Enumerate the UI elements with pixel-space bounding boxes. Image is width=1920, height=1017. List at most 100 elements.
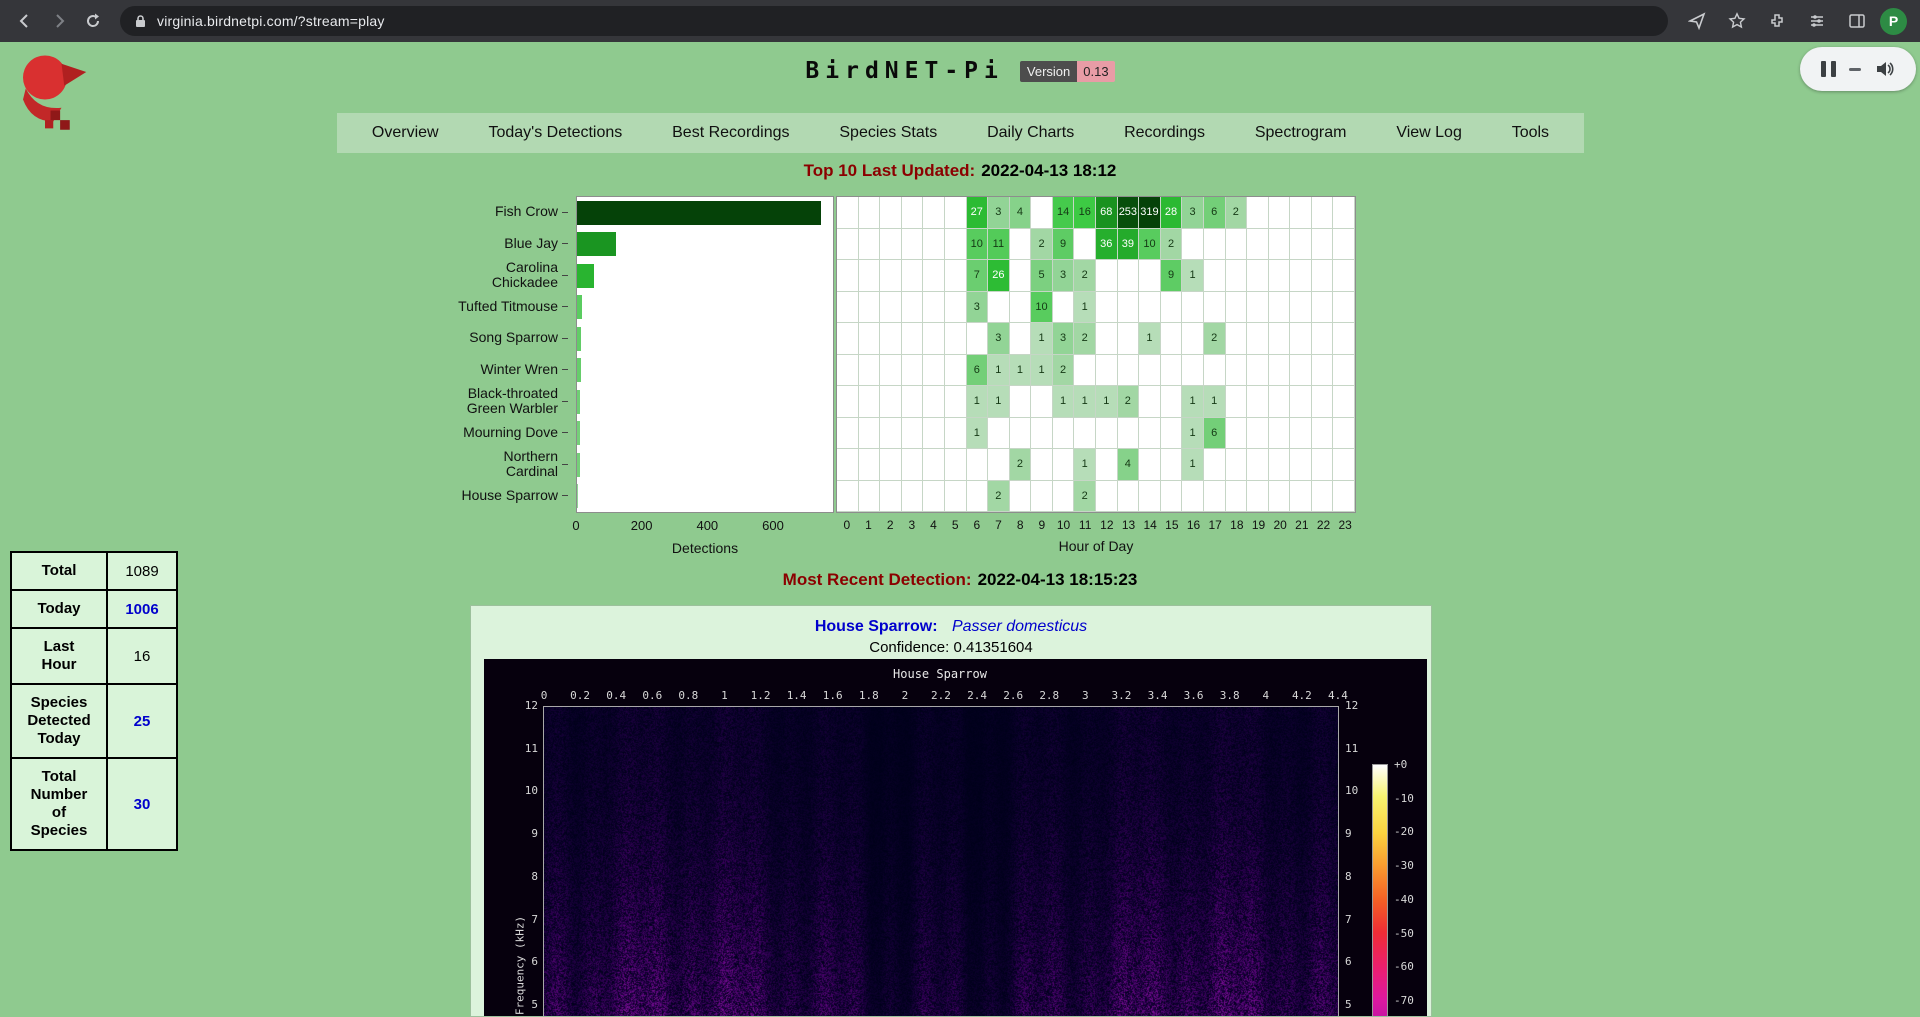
heat-cell xyxy=(837,355,859,387)
species-label: Song Sparrow xyxy=(370,322,570,354)
hour-tick-label: 2 xyxy=(879,518,901,532)
url-text: virginia.birdnetpi.com/?stream=play xyxy=(157,13,385,29)
heat-cell: 3 xyxy=(1053,323,1075,355)
hour-tick-label: 9 xyxy=(1031,518,1053,532)
heat-cell: 39 xyxy=(1118,229,1140,261)
nav-item-view-log[interactable]: View Log xyxy=(1386,120,1472,146)
heat-cell: 2 xyxy=(1204,323,1226,355)
heat-cell xyxy=(1333,197,1355,229)
stats-table: Total1089Today1006Last Hour16Species Det… xyxy=(10,551,178,851)
bar-axis-ticks: 0200400600 xyxy=(576,518,834,534)
heat-cell xyxy=(1010,323,1032,355)
reload-button[interactable] xyxy=(76,4,110,38)
browser-menu-icon[interactable]: ⋮ xyxy=(1913,12,1920,30)
heat-cell xyxy=(1118,292,1140,324)
species-label: Winter Wren xyxy=(370,354,570,386)
nav-item-daily-charts[interactable]: Daily Charts xyxy=(977,120,1084,146)
stats-label: Total Number of Species xyxy=(11,758,107,850)
side-panel-icon[interactable] xyxy=(1840,4,1874,38)
detection-panel: House Sparrow: Passer domesticus Confide… xyxy=(470,605,1432,1017)
heat-cell: 16 xyxy=(1074,197,1096,229)
nav-item-spectrogram[interactable]: Spectrogram xyxy=(1245,120,1357,146)
send-icon[interactable] xyxy=(1680,4,1714,38)
heat-cell xyxy=(1182,292,1204,324)
nav-item-tools[interactable]: Tools xyxy=(1502,120,1559,146)
volume-icon[interactable] xyxy=(1875,60,1895,78)
bar-row xyxy=(577,355,833,387)
bar-row xyxy=(577,229,833,261)
seek-bar[interactable] xyxy=(1849,68,1861,71)
heat-cell: 36 xyxy=(1096,229,1118,261)
heat-cell xyxy=(837,292,859,324)
heat-cell xyxy=(1247,481,1269,513)
heat-cell xyxy=(1010,386,1032,418)
heat-cell: 2 xyxy=(1226,197,1248,229)
freq-tick-label: 12 xyxy=(504,699,538,712)
stats-value[interactable]: 30 xyxy=(107,758,177,850)
bookmark-star-icon[interactable] xyxy=(1720,4,1754,38)
hour-tick-label: 23 xyxy=(1334,518,1356,532)
heat-cell xyxy=(902,355,924,387)
spectrogram-colorbar xyxy=(1372,764,1388,1017)
heat-cell: 1 xyxy=(1074,292,1096,324)
heat-cell xyxy=(1269,481,1291,513)
heat-cell xyxy=(1139,449,1161,481)
heat-cell xyxy=(1312,355,1334,387)
profile-avatar[interactable]: P xyxy=(1880,8,1907,35)
detection-bar xyxy=(577,295,582,319)
heat-cell xyxy=(1053,418,1075,450)
address-bar[interactable]: virginia.birdnetpi.com/?stream=play xyxy=(120,6,1668,36)
heat-cell xyxy=(1053,292,1075,324)
colorbar-tick-label: -50 xyxy=(1394,927,1414,940)
detection-bar xyxy=(577,390,580,414)
heat-cell: 10 xyxy=(1031,292,1053,324)
time-tick-label: 3.6 xyxy=(1184,689,1204,702)
colorbar-tick-label: -40 xyxy=(1394,893,1414,906)
heat-cell: 3 xyxy=(1182,197,1204,229)
freq-tick-label: 8 xyxy=(504,870,538,883)
hour-tick-label: 0 xyxy=(836,518,858,532)
heat-cell xyxy=(1247,323,1269,355)
heat-cell xyxy=(1031,481,1053,513)
nav-item-recordings[interactable]: Recordings xyxy=(1114,120,1215,146)
heat-cell xyxy=(1096,323,1118,355)
species-label: Northern Cardinal xyxy=(370,448,570,480)
heat-cell xyxy=(1333,481,1355,513)
nav-item-species-stats[interactable]: Species Stats xyxy=(829,120,947,146)
hour-tick-label: 17 xyxy=(1204,518,1226,532)
back-button[interactable] xyxy=(8,4,42,38)
heat-cell xyxy=(923,449,945,481)
stats-value[interactable]: 1006 xyxy=(107,590,177,628)
time-tick-label: 2.6 xyxy=(1003,689,1023,702)
forward-button[interactable] xyxy=(42,4,76,38)
nav-item-overview[interactable]: Overview xyxy=(362,120,449,146)
spectrogram-title: House Sparrow xyxy=(543,667,1337,681)
detection-latin-link[interactable]: Passer domesticus xyxy=(952,618,1087,635)
time-tick-label: 3.4 xyxy=(1148,689,1168,702)
heat-cell xyxy=(967,449,989,481)
version-badge: Version 0.13 xyxy=(1020,61,1115,82)
heat-cell xyxy=(1031,197,1053,229)
detection-species-link[interactable]: House Sparrow: xyxy=(815,618,938,635)
media-controls-icon[interactable] xyxy=(1800,4,1834,38)
extensions-icon[interactable] xyxy=(1760,4,1794,38)
heat-cell xyxy=(1010,418,1032,450)
time-tick-label: 2.8 xyxy=(1039,689,1059,702)
hour-tick-label: 10 xyxy=(1053,518,1075,532)
stats-label: Species Detected Today xyxy=(11,684,107,758)
pause-icon[interactable] xyxy=(1821,61,1836,77)
heat-cell: 1 xyxy=(1010,355,1032,387)
heat-cell xyxy=(1031,386,1053,418)
heat-cell xyxy=(1269,386,1291,418)
stats-value[interactable]: 25 xyxy=(107,684,177,758)
heat-cell xyxy=(945,386,967,418)
stats-row: Today1006 xyxy=(11,590,177,628)
hour-tick-label: 18 xyxy=(1226,518,1248,532)
stats-value: 16 xyxy=(107,628,177,684)
stats-row: Total Number of Species30 xyxy=(11,758,177,850)
nav-item-best-recordings[interactable]: Best Recordings xyxy=(662,120,799,146)
heat-cell xyxy=(1139,292,1161,324)
nav-item-today-s-detections[interactable]: Today's Detections xyxy=(478,120,632,146)
freq-tick-label: 10 xyxy=(504,784,538,797)
colorbar-tick-label: -60 xyxy=(1394,960,1414,973)
